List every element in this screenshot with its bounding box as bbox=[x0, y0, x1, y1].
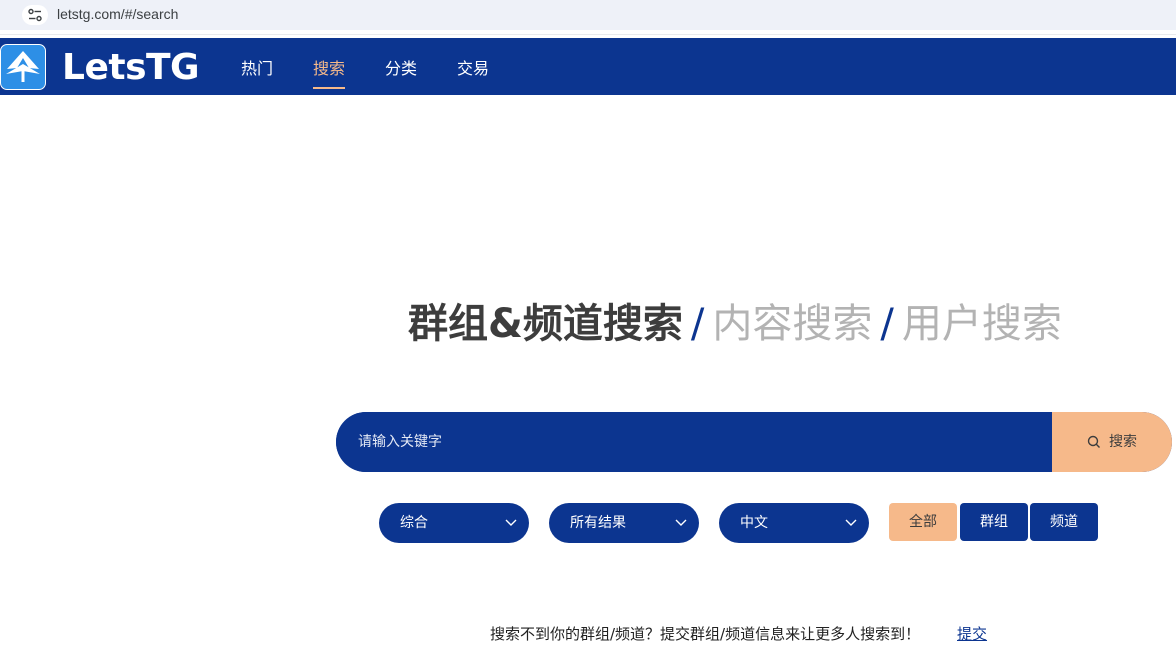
heading-separator: / bbox=[880, 301, 894, 347]
dropdown-label: 所有结果 bbox=[570, 515, 626, 531]
submit-note: 搜索不到你的群组/频道？提交群组/频道信息来让更多人搜索到！ bbox=[490, 625, 921, 643]
dropdown-label: 综合 bbox=[400, 515, 428, 531]
search-mode-heading: 群组&频道搜索 / 内容搜索 / 用户搜索 bbox=[408, 298, 1062, 354]
search-button[interactable]: 搜索 bbox=[1052, 412, 1172, 472]
search-input[interactable] bbox=[336, 412, 1052, 472]
browser-address-bar: letstg.com/#/search bbox=[0, 0, 1176, 35]
dropdown-label: 中文 bbox=[740, 515, 768, 531]
nav-category[interactable]: 分类 bbox=[385, 58, 417, 80]
language-dropdown[interactable]: 中文 bbox=[719, 503, 869, 543]
nav-search[interactable]: 搜索 bbox=[313, 58, 345, 80]
chevron-down-icon bbox=[505, 519, 517, 526]
nav-trade[interactable]: 交易 bbox=[457, 58, 489, 80]
url-text[interactable]: letstg.com/#/search bbox=[57, 5, 178, 23]
filter-channel-button[interactable]: 频道 bbox=[1030, 503, 1098, 541]
paper-plane-icon bbox=[6, 51, 40, 82]
search-button-label: 搜索 bbox=[1109, 434, 1137, 450]
chevron-down-icon bbox=[845, 519, 857, 526]
tab-content-search[interactable]: 内容搜索 bbox=[712, 301, 872, 347]
logo-text[interactable]: LetsTG bbox=[62, 47, 200, 89]
results-dropdown[interactable]: 所有结果 bbox=[549, 503, 699, 543]
site-header: LetsTG 热门 搜索 分类 交易 bbox=[0, 38, 1176, 95]
filter-group-button[interactable]: 群组 bbox=[960, 503, 1028, 541]
filter-all-button[interactable]: 全部 bbox=[889, 503, 957, 541]
address-field[interactable]: letstg.com/#/search bbox=[0, 0, 1176, 30]
sort-dropdown[interactable]: 综合 bbox=[379, 503, 529, 543]
tune-icon[interactable] bbox=[22, 5, 48, 25]
logo-icon[interactable] bbox=[0, 44, 46, 90]
submit-link[interactable]: 提交 bbox=[957, 624, 987, 644]
search-icon bbox=[1087, 435, 1100, 448]
nav-hot[interactable]: 热门 bbox=[241, 58, 273, 80]
tab-user-search[interactable]: 用户搜索 bbox=[902, 301, 1062, 347]
tab-group-channel-search[interactable]: 群组&频道搜索 bbox=[408, 301, 683, 347]
heading-separator: / bbox=[690, 301, 705, 347]
nav-active-underline bbox=[313, 87, 345, 89]
chevron-down-icon bbox=[675, 519, 687, 526]
search-bar: 搜索 bbox=[336, 412, 1172, 472]
